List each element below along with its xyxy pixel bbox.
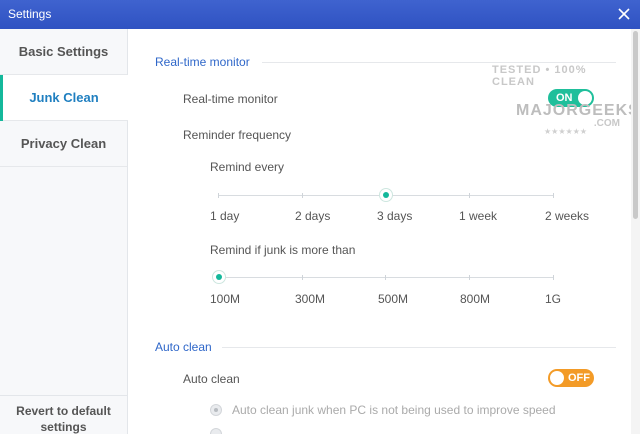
remind-junk-option[interactable]: 1G [545, 292, 561, 306]
remind-every-label: Remind every [210, 160, 285, 174]
remind-every-option[interactable]: 1 week [459, 209, 497, 223]
close-icon[interactable] [614, 4, 634, 24]
remind-junk-label: Remind if junk is more than [210, 243, 356, 257]
slider-tick [553, 193, 554, 198]
autoclean-idle-label: Auto clean junk when PC is not being use… [232, 403, 556, 417]
sidebar-item-basic-settings[interactable]: Basic Settings [0, 29, 127, 75]
vertical-scrollbar[interactable] [631, 29, 640, 434]
watermark-top-text: TESTED • 100% CLEAN [492, 64, 587, 88]
majorgeeks-watermark: TESTED • 100% CLEAN MAJORGEEKS .COM ★★★★… [488, 60, 639, 140]
slider-tick [302, 193, 303, 198]
remind-every-option[interactable]: 2 days [295, 209, 330, 223]
section-title-realtime: Real-time monitor [155, 55, 250, 69]
slider-tick [469, 193, 470, 198]
remind-junk-option[interactable]: 100M [210, 292, 240, 306]
slider-tick [553, 275, 554, 280]
section-title-autoclean: Auto clean [155, 340, 212, 354]
sidebar-item-privacy-clean[interactable]: Privacy Clean [0, 121, 127, 167]
remind-every-slider-thumb[interactable] [379, 188, 393, 202]
remind-junk-slider-thumb[interactable] [212, 270, 226, 284]
autoclean-idle-radio[interactable] [210, 404, 222, 416]
slider-tick [302, 275, 303, 280]
toggle-knob [550, 371, 564, 385]
remind-junk-option[interactable]: 800M [460, 292, 490, 306]
sidebar: Basic Settings Junk Clean Privacy Clean … [0, 29, 128, 434]
title-bar: Settings [0, 0, 640, 29]
revert-label-line2: settings [40, 420, 87, 434]
slider-tick [218, 193, 219, 198]
remind-junk-option[interactable]: 300M [295, 292, 325, 306]
slider-tick [385, 275, 386, 280]
realtime-monitor-label: Real-time monitor [183, 92, 278, 106]
remind-every-option[interactable]: 1 day [210, 209, 239, 223]
remind-every-option[interactable]: 3 days [377, 209, 412, 223]
scrollbar-thumb[interactable] [633, 31, 638, 219]
slider-tick [469, 275, 470, 280]
window-title: Settings [8, 7, 52, 21]
autoclean-option2-radio[interactable] [210, 428, 222, 434]
revert-default-button[interactable]: Revert to default settings [0, 395, 127, 434]
reminder-frequency-label: Reminder frequency [183, 128, 292, 142]
revert-label-line1: Revert to default [16, 404, 111, 418]
watermark-stars: ★★★★★★ [544, 127, 588, 136]
remind-every-option[interactable]: 2 weeks [545, 209, 589, 223]
watermark-com-text: .COM [593, 118, 620, 129]
remind-junk-option[interactable]: 500M [378, 292, 408, 306]
section-divider [222, 347, 616, 348]
autoclean-label: Auto clean [183, 372, 240, 386]
autoclean-toggle[interactable]: OFF [548, 369, 594, 387]
sidebar-item-junk-clean[interactable]: Junk Clean [0, 75, 128, 121]
toggle-state-text: OFF [568, 372, 590, 384]
watermark-main-text: MAJORGEEKS [516, 102, 640, 119]
